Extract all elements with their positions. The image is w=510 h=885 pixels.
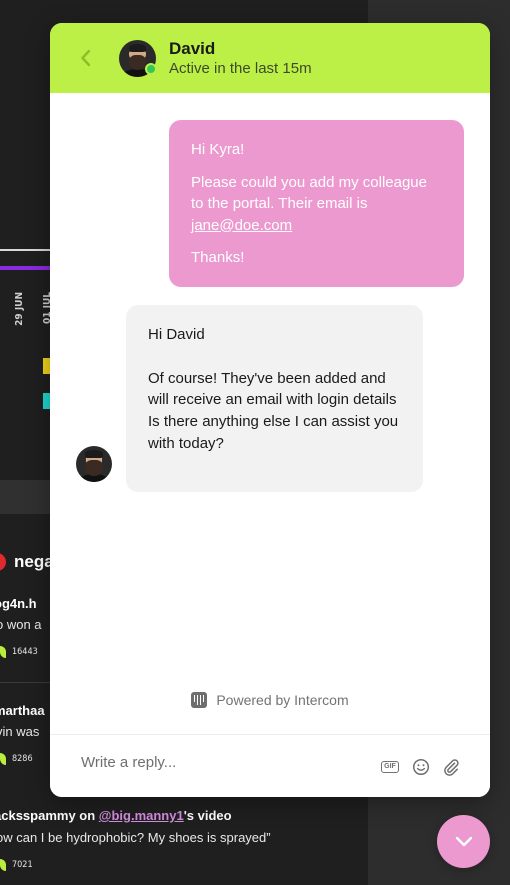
chevron-down-icon <box>455 836 472 847</box>
gif-button[interactable]: GIF <box>380 757 400 777</box>
paperclip-icon <box>444 759 459 776</box>
emoji-icon <box>412 758 430 776</box>
message-question: Is there anything else I can assist you … <box>148 413 399 452</box>
reply-input[interactable] <box>81 754 371 771</box>
feed-score-value: 8286 <box>12 754 33 764</box>
message-signoff: Thanks! <box>191 249 245 266</box>
message-greeting: Hi Kyra! <box>191 141 245 158</box>
negative-indicator-icon <box>0 553 6 571</box>
feed-username[interactable]: marthaa <box>0 703 45 718</box>
feed-username[interactable]: og4n.h <box>0 596 37 611</box>
incoming-message: Hi David Of course! They've been added a… <box>126 305 423 492</box>
messenger-launcher-button[interactable] <box>437 815 490 868</box>
message-body: Of course! They've been added and will r… <box>148 369 397 409</box>
message-greeting: Hi David <box>148 326 205 343</box>
gif-icon: GIF <box>381 761 399 773</box>
feed-score: 16443 <box>0 646 38 658</box>
score-leaf-icon <box>0 859 6 871</box>
powered-by-footer[interactable]: Powered by Intercom <box>50 692 490 708</box>
emoji-button[interactable] <box>411 757 431 777</box>
feed-username[interactable]: acksspammy on @big.manny1's video <box>0 808 232 823</box>
feed-score-value: 16443 <box>12 647 38 657</box>
chevron-left-icon <box>80 49 90 67</box>
section-title-text: nega <box>14 552 54 571</box>
email-link[interactable]: jane@doe.com <box>191 217 292 234</box>
section-title: nega <box>0 552 54 572</box>
agent-message-avatar <box>76 446 112 482</box>
outgoing-message: Hi Kyra! Please could you add my colleag… <box>169 120 464 287</box>
message-body-text: Please could you add my colleague to the… <box>191 173 427 213</box>
feed-separator <box>0 682 52 683</box>
score-leaf-icon <box>0 753 6 765</box>
online-status-dot <box>145 63 157 75</box>
messenger-panel: David Active in the last 15m Hi Kyra! Pl… <box>50 23 490 797</box>
feed-score: 8286 <box>0 753 33 765</box>
attach-button[interactable] <box>441 757 461 777</box>
back-button[interactable] <box>76 45 94 71</box>
feed-comment: ow can I be hydrophobic? My shoes is spr… <box>0 830 271 845</box>
reply-composer: GIF <box>50 734 490 797</box>
chart-axis-label: 29 JUN <box>14 292 25 326</box>
feed-score: 7021 <box>0 859 33 871</box>
conversation-header: David Active in the last 15m <box>50 23 490 93</box>
agent-status: Active in the last 15m <box>169 60 312 77</box>
score-leaf-icon <box>0 646 6 658</box>
message-body: Please could you add my colleague to the… <box>191 172 442 237</box>
feed-score-value: 7021 <box>12 860 33 870</box>
feed-mention-link[interactable]: @big.manny1 <box>99 808 184 823</box>
feed-username-suffix: 's video <box>183 808 232 823</box>
agent-name: David <box>169 39 216 58</box>
feed-comment: o won a <box>0 617 42 632</box>
feed-comment: vin was <box>0 724 40 739</box>
intercom-logo-icon <box>191 692 208 708</box>
feed-username-text: acksspammy on <box>0 808 99 823</box>
powered-by-text: Powered by Intercom <box>216 692 349 708</box>
